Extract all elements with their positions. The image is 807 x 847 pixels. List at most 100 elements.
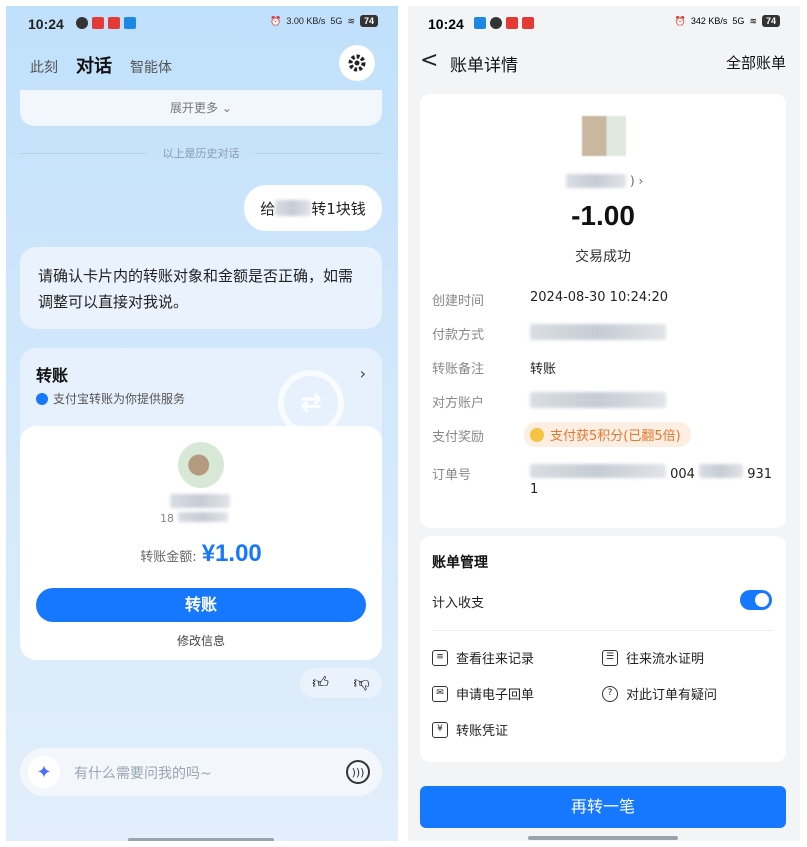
user-message-suffix: 转1块钱 (311, 199, 366, 218)
app-notification-icon (522, 17, 534, 29)
net-speed: 3.00 KB/s (286, 16, 326, 26)
chevron-right-icon[interactable]: › (360, 364, 366, 383)
thumbs-up-icon[interactable]: 👍︎ (312, 673, 329, 693)
back-button[interactable]: < (420, 48, 438, 73)
transfer-card[interactable]: 转账 › 支付宝转账为你提供服务 ⇄ 18 转账金额: ¥1.00 转账 修改信… (20, 348, 382, 660)
order-question-action[interactable]: ? 对此订单有疑问 (602, 684, 717, 703)
redacted-name (275, 200, 312, 216)
transaction-status: 交易成功 (575, 249, 631, 265)
transfer-card-title: 转账 (36, 366, 69, 385)
thumbs-down-icon[interactable]: 👎︎ (353, 673, 369, 693)
navigation-bar: < 账单详情 全部账单 (408, 48, 800, 78)
transfer-voucher-action[interactable]: ¥ 转账凭证 (432, 720, 508, 739)
include-in-stats-label: 计入收支 (432, 596, 485, 611)
order-number-part: 931 (747, 467, 773, 482)
status-time: 10:24 (28, 16, 64, 32)
redacted-recipient-name (170, 494, 230, 508)
payee-link[interactable]: ) › (566, 174, 643, 188)
transfer-again-button[interactable]: 再转一笔 (420, 786, 786, 828)
order-number-tail: 1 (530, 482, 539, 497)
top-tabs: 此刻 对话 智能体 (30, 52, 172, 78)
chevron-down-icon: ⌄ (221, 101, 232, 115)
status-bar: 10:24 ⏰ 3.00 KB/s 5G ≋ 74 (6, 6, 398, 42)
redacted-phone (177, 512, 228, 522)
redacted-payment-method (530, 324, 666, 340)
chat-input-placeholder[interactable]: 有什么需要问我的吗~ (74, 763, 212, 783)
reward-badge[interactable]: 支付获5积分(已翻5倍) (524, 422, 691, 447)
divider-line (20, 152, 147, 154)
app-notification-icon (506, 17, 518, 29)
order-number-part: 004 (670, 467, 695, 482)
coin-icon (530, 427, 544, 442)
feedback-buttons: 👍︎ 👎︎ (300, 668, 382, 698)
tab-agents[interactable]: 智能体 (130, 57, 172, 77)
app-notification-icon (124, 17, 136, 29)
app-notification-icon (108, 17, 120, 29)
assistant-message-bubble: 请确认卡片内的转账对象和金额是否正确，如需调整可以直接对我说。 (20, 247, 382, 329)
voucher-icon: ¥ (432, 721, 448, 738)
transfer-card-subtitle: 支付宝转账为你提供服务 (36, 390, 185, 407)
detail-value (530, 324, 780, 344)
bill-detail-screen: 10:24 ⏰ 342 KB/s 5G ≋ 74 < 账单详情 全部账单) ›… (408, 6, 800, 841)
view-history-action[interactable]: ≡ 查看往来记录 (432, 648, 534, 667)
notification-icons (474, 17, 534, 29)
assistant-chat-screen: 10:24 ⏰ 3.00 KB/s 5G ≋ 74 此刻 对话 智能体 展开更多 (6, 6, 398, 841)
recipient-phone: 18 (160, 512, 240, 525)
detail-value: 支付获5积分(已翻5倍) (524, 422, 774, 447)
detail-key: 转账备注 (432, 362, 485, 377)
statement-proof-action[interactable]: ☰ 往来流水证明 (602, 648, 704, 667)
user-message-bubble: 给 转1块钱 (244, 185, 382, 231)
detail-value: 004 931 1 (530, 464, 780, 497)
redacted-payee-name (566, 174, 626, 188)
amount-value: ¥1.00 (201, 540, 262, 567)
management-title: 账单管理 (432, 555, 488, 571)
alarm-icon: ⏰ (674, 15, 686, 26)
app-notification-icon (474, 17, 486, 29)
screenshot-root: 10:24 ⏰ 3.00 KB/s 5G ≋ 74 此刻 对话 智能体 展开更多 (0, 0, 807, 847)
gear-icon (348, 54, 366, 72)
status-bar: 10:24 ⏰ 342 KB/s 5G ≋ 74 (408, 6, 800, 42)
signal-icon: 5G (732, 16, 745, 26)
home-indicator (528, 836, 678, 840)
detail-value: 2024-08-30 10:24:20 (530, 290, 669, 305)
e-receipt-action[interactable]: ✉ 申请电子回单 (432, 684, 534, 703)
recipient-avatar (178, 442, 224, 488)
transfer-amount-row: 转账金额: ¥1.00 (20, 540, 382, 568)
battery-icon: 74 (359, 15, 378, 27)
status-time: 10:24 (428, 16, 464, 32)
detail-value: 转账 (530, 362, 557, 377)
history-label: 以上是历史对话 (162, 147, 240, 160)
detail-key: 支付奖励 (432, 430, 485, 445)
all-bills-link[interactable]: 全部账单 (726, 52, 786, 73)
sparkle-icon[interactable]: ✦ (28, 756, 60, 788)
question-icon: ? (602, 685, 618, 702)
redacted-order-number (530, 464, 666, 478)
wifi-icon: ≋ (749, 15, 757, 26)
recipient-phone-partial: 18 (160, 512, 174, 525)
chat-notification-icon (490, 17, 502, 29)
chat-input-bar[interactable]: ✦ 有什么需要问我的吗~ ))) (20, 748, 382, 796)
settings-button[interactable] (339, 45, 375, 81)
notification-icons (76, 17, 136, 29)
redacted-order-number (699, 464, 744, 478)
bill-management-card: 账单管理 计入收支 ≡ 查看往来记录 ☰ 往来流水证明 ✉ 申请电子回单 ? 对… (420, 536, 786, 762)
payee-avatar (582, 116, 626, 156)
chevron-right-icon: ) › (630, 174, 644, 188)
status-right: ⏰ 342 KB/s 5G ≋ 74 (675, 15, 780, 27)
net-speed: 342 KB/s (690, 16, 728, 26)
action-label: 申请电子回单 (456, 688, 535, 703)
alipay-icon (36, 392, 48, 405)
transfer-button[interactable]: 转账 (36, 588, 366, 622)
page-title: 账单详情 (450, 56, 518, 76)
tab-now[interactable]: 此刻 (30, 57, 58, 77)
expand-more-button[interactable]: 展开更多 ⌄ (20, 90, 382, 126)
voice-icon[interactable]: ))) (346, 760, 370, 784)
modify-info-link[interactable]: 修改信息 (20, 632, 382, 649)
action-label: 转账凭证 (456, 724, 509, 739)
include-in-stats-toggle[interactable] (740, 590, 772, 610)
signal-icon: 5G (330, 16, 343, 26)
detail-value (530, 392, 780, 412)
tab-chat[interactable]: 对话 (76, 52, 112, 78)
reward-text: 支付获5积分(已翻5倍) (550, 429, 681, 444)
transfer-card-body: 18 转账金额: ¥1.00 转账 修改信息 (20, 426, 382, 660)
